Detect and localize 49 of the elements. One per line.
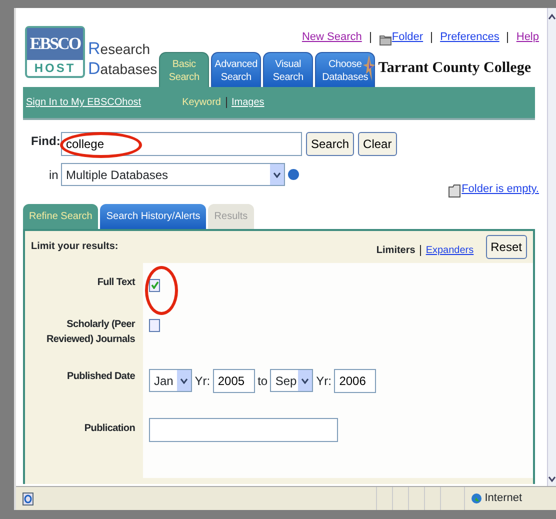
publication-field[interactable] bbox=[149, 418, 338, 442]
scroll-down-icon[interactable] bbox=[548, 474, 556, 484]
limits-tab-link[interactable]: Expanders bbox=[426, 243, 474, 258]
year-field[interactable]: 2005 bbox=[212, 368, 255, 392]
ebsco-host-logo[interactable]: EBSCO HOST bbox=[25, 26, 85, 78]
institution-name: Tarrant County College bbox=[378, 58, 531, 78]
year-field[interactable]: 2006 bbox=[334, 368, 376, 392]
search-button[interactable]: Search bbox=[306, 132, 354, 156]
panel-tab: Results bbox=[208, 204, 254, 228]
product-name: Research Databases bbox=[88, 39, 158, 79]
limits-tab-link[interactable]: Limiters bbox=[376, 243, 416, 258]
globe-icon bbox=[471, 493, 482, 504]
search-tab[interactable]: Visual Search bbox=[263, 52, 314, 87]
top-link[interactable]: Help bbox=[516, 29, 539, 46]
find-label: Find: bbox=[31, 133, 61, 150]
month-select[interactable]: Jan bbox=[149, 369, 192, 392]
internet-zone: Internet bbox=[484, 491, 522, 506]
year-label: Yr: bbox=[316, 372, 332, 390]
month-select[interactable]: Sep bbox=[270, 369, 314, 392]
reset-button[interactable]: Reset bbox=[486, 234, 527, 258]
folder-icon bbox=[448, 182, 462, 198]
limit-label: Publication bbox=[83, 422, 136, 436]
top-link[interactable]: Preferences bbox=[440, 29, 500, 46]
top-link[interactable]: New Search bbox=[302, 29, 362, 46]
folder-icon[interactable] bbox=[378, 32, 392, 46]
search-tab[interactable]: Choose Databases bbox=[315, 52, 376, 87]
year-label: Yr: bbox=[194, 372, 210, 390]
limit-label: Scholarly (Peer Reviewed) Journals bbox=[45, 318, 136, 346]
search-tab[interactable]: Advanced Search bbox=[211, 52, 262, 87]
help-icon[interactable] bbox=[288, 169, 299, 180]
top-link[interactable]: Folder bbox=[392, 29, 424, 46]
check-icon bbox=[150, 281, 158, 289]
dropdown-caret-icon bbox=[273, 172, 281, 178]
limits-title: Limit your results: bbox=[31, 240, 118, 254]
checkbox[interactable] bbox=[149, 278, 160, 292]
to-label: to bbox=[258, 372, 268, 390]
limit-label: Full Text bbox=[96, 276, 136, 290]
in-label: in bbox=[49, 166, 60, 184]
panel-tab[interactable]: Search History/Alerts bbox=[100, 204, 206, 228]
folder-status-link[interactable]: Folder is empty. bbox=[462, 181, 539, 198]
search-field[interactable]: college bbox=[61, 132, 302, 156]
page-icon bbox=[22, 492, 34, 506]
database-select[interactable]: Multiple Databases bbox=[61, 163, 285, 186]
limit-label: Published Date bbox=[66, 370, 136, 384]
dropdown-caret-icon bbox=[301, 378, 310, 384]
checkbox[interactable] bbox=[149, 318, 160, 332]
clear-button[interactable]: Clear bbox=[358, 132, 397, 156]
dropdown-caret-icon bbox=[180, 378, 188, 384]
scroll-up-icon[interactable] bbox=[548, 12, 556, 22]
